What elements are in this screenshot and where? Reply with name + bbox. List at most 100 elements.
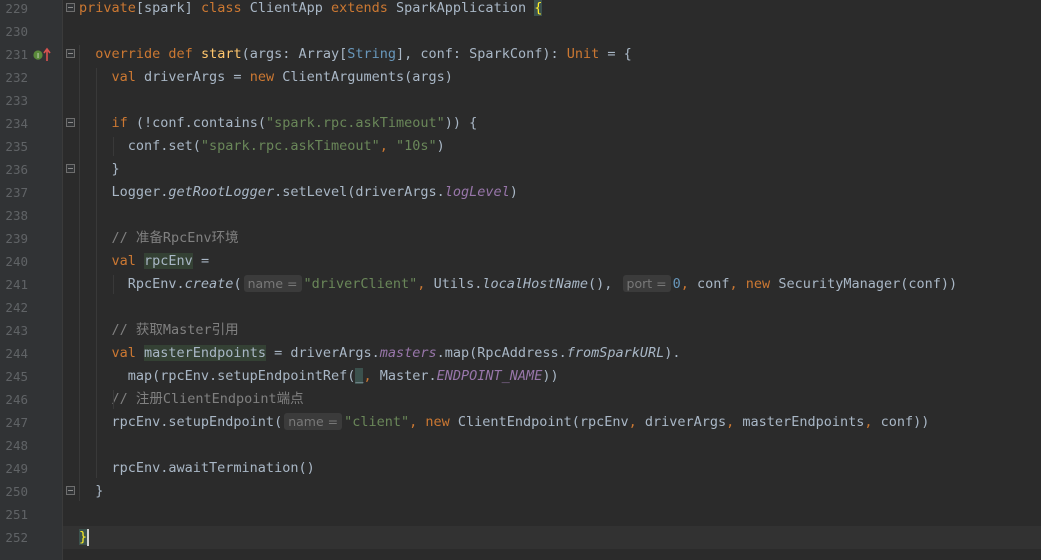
code-line[interactable] xyxy=(63,204,1041,227)
code-line[interactable] xyxy=(63,434,1041,457)
gutter-row: 249 xyxy=(0,457,62,480)
code-token: = driverArgs. xyxy=(265,345,380,361)
line-number[interactable]: 236 xyxy=(0,158,28,181)
code-token: (), xyxy=(588,276,621,292)
line-number[interactable]: 230 xyxy=(0,20,28,43)
code-line[interactable]: // 获取Master引用 xyxy=(63,319,1041,342)
text-caret xyxy=(87,528,90,546)
code-token: , xyxy=(726,414,743,430)
code-token: private xyxy=(79,0,136,16)
code-token: create xyxy=(184,276,234,292)
line-number[interactable]: 235 xyxy=(0,135,28,158)
code-line[interactable] xyxy=(63,296,1041,319)
indent-guide xyxy=(113,390,114,409)
code-line[interactable] xyxy=(63,89,1041,112)
code-token: .map(RpcAddress. xyxy=(436,345,567,361)
gutter-row: 242 xyxy=(0,296,62,319)
code-token: , xyxy=(417,276,434,292)
line-number[interactable]: 252 xyxy=(0,526,28,549)
line-number[interactable]: 232 xyxy=(0,66,28,89)
code-token: // 准备RpcEnv环境 xyxy=(111,230,239,246)
line-number[interactable]: 229 xyxy=(0,0,28,20)
code-line[interactable] xyxy=(63,503,1041,526)
line-number[interactable]: 244 xyxy=(0,342,28,365)
code-token: val xyxy=(111,345,145,361)
code-token: class xyxy=(200,0,250,16)
code-token: 0 xyxy=(672,276,681,292)
editor-gutter[interactable]: 229 230 231 I 232 233 234 235 236 237 238 239 240 241… xyxy=(0,0,75,560)
code-line-text: Logger.getRootLogger.setLevel(driverArgs… xyxy=(79,181,518,204)
code-line[interactable]: val masterEndpoints = driverArgs.masters… xyxy=(63,342,1041,365)
indent-guide xyxy=(113,137,114,156)
code-line[interactable]: private[spark] class ClientApp extends S… xyxy=(63,0,1041,20)
code-line-text: val driverArgs = new ClientArguments(arg… xyxy=(79,66,453,89)
line-number[interactable]: 247 xyxy=(0,411,28,434)
code-token: , xyxy=(379,138,396,154)
code-line[interactable]: rpcEnv.awaitTermination() xyxy=(63,457,1041,480)
line-number[interactable]: 245 xyxy=(0,365,28,388)
code-line[interactable]: } xyxy=(63,526,1041,549)
code-line[interactable]: override def start(args: Array[String], … xyxy=(63,43,1041,66)
line-number[interactable]: 237 xyxy=(0,181,28,204)
code-token: val xyxy=(111,253,145,269)
code-line[interactable]: val driverArgs = new ClientArguments(arg… xyxy=(63,66,1041,89)
line-number[interactable]: 234 xyxy=(0,112,28,135)
override-gutter-icon[interactable]: I xyxy=(33,46,53,63)
parameter-hint: name = xyxy=(243,275,302,292)
code-token: new xyxy=(249,69,283,85)
code-line-text: val rpcEnv = xyxy=(79,250,209,273)
code-token: Unit xyxy=(566,46,600,62)
line-number[interactable]: 238 xyxy=(0,204,28,227)
line-number[interactable]: 250 xyxy=(0,480,28,503)
line-number[interactable]: 251 xyxy=(0,503,28,526)
code-area[interactable]: private[spark] class ClientApp extends S… xyxy=(63,0,1041,560)
line-number[interactable]: 233 xyxy=(0,89,28,112)
code-token: , xyxy=(628,414,645,430)
code-line[interactable]: RpcEnv.create(name = "driverClient", Util… xyxy=(63,273,1041,296)
code-token: "10s" xyxy=(396,138,437,154)
line-number[interactable]: 241 xyxy=(0,273,28,296)
code-token: ) xyxy=(509,184,518,200)
line-number[interactable]: 231 xyxy=(0,43,28,66)
parameter-hint: port = xyxy=(622,275,671,292)
line-number[interactable]: 243 xyxy=(0,319,28,342)
code-token: rpcEnv.awaitTermination() xyxy=(79,460,315,476)
code-line[interactable]: conf.set("spark.rpc.askTimeout", "10s") xyxy=(63,135,1041,158)
line-number[interactable]: 248 xyxy=(0,434,28,457)
gutter-row: 247 xyxy=(0,411,62,434)
code-token: , new xyxy=(409,414,458,430)
code-line[interactable]: // 准备RpcEnv环境 xyxy=(63,227,1041,250)
code-line[interactable]: } xyxy=(63,158,1041,181)
code-editor[interactable]: 229 230 231 I 232 233 234 235 236 237 238 239 240 241… xyxy=(0,0,1041,560)
line-number[interactable]: 246 xyxy=(0,388,28,411)
code-line[interactable]: } xyxy=(63,480,1041,503)
code-token: } xyxy=(79,161,120,177)
code-token: val xyxy=(111,69,145,85)
code-token: "spark.rpc.askTimeout" xyxy=(265,115,445,131)
code-token: // 获取Master引用 xyxy=(111,322,239,338)
code-token: getRootLogger xyxy=(168,184,275,200)
code-line[interactable]: // 注册ClientEndpoint端点 xyxy=(63,388,1041,411)
code-line[interactable]: if (!conf.contains("spark.rpc.askTimeout… xyxy=(63,112,1041,135)
code-token: ). xyxy=(664,345,681,361)
code-line[interactable]: val rpcEnv = xyxy=(63,250,1041,273)
line-number[interactable]: 249 xyxy=(0,457,28,480)
line-number[interactable]: 239 xyxy=(0,227,28,250)
code-line-text: conf.set("spark.rpc.askTimeout", "10s") xyxy=(79,135,445,158)
gutter-row: 235 xyxy=(0,135,62,158)
code-line[interactable]: Logger.getRootLogger.setLevel(driverArgs… xyxy=(63,181,1041,204)
code-token: ClientEndpoint(rpcEnv xyxy=(457,414,629,430)
code-line-text: override def start(args: Array[String], … xyxy=(79,43,631,66)
code-token: override def xyxy=(95,46,201,62)
gutter-row: 241 xyxy=(0,273,62,296)
code-token: driverArgs = xyxy=(144,69,250,85)
code-line[interactable]: rpcEnv.setupEndpoint(name = "client", new… xyxy=(63,411,1041,434)
code-token: // 注册ClientEndpoint端点 xyxy=(111,391,304,407)
line-number[interactable]: 240 xyxy=(0,250,28,273)
line-number[interactable]: 242 xyxy=(0,296,28,319)
code-line-text: } xyxy=(79,526,90,549)
code-line[interactable] xyxy=(63,20,1041,43)
code-token: logLevel xyxy=(444,184,510,200)
code-token: Master. xyxy=(379,368,437,384)
code-line[interactable]: map(rpcEnv.setupEndpointRef(_, Master.EN… xyxy=(63,365,1041,388)
